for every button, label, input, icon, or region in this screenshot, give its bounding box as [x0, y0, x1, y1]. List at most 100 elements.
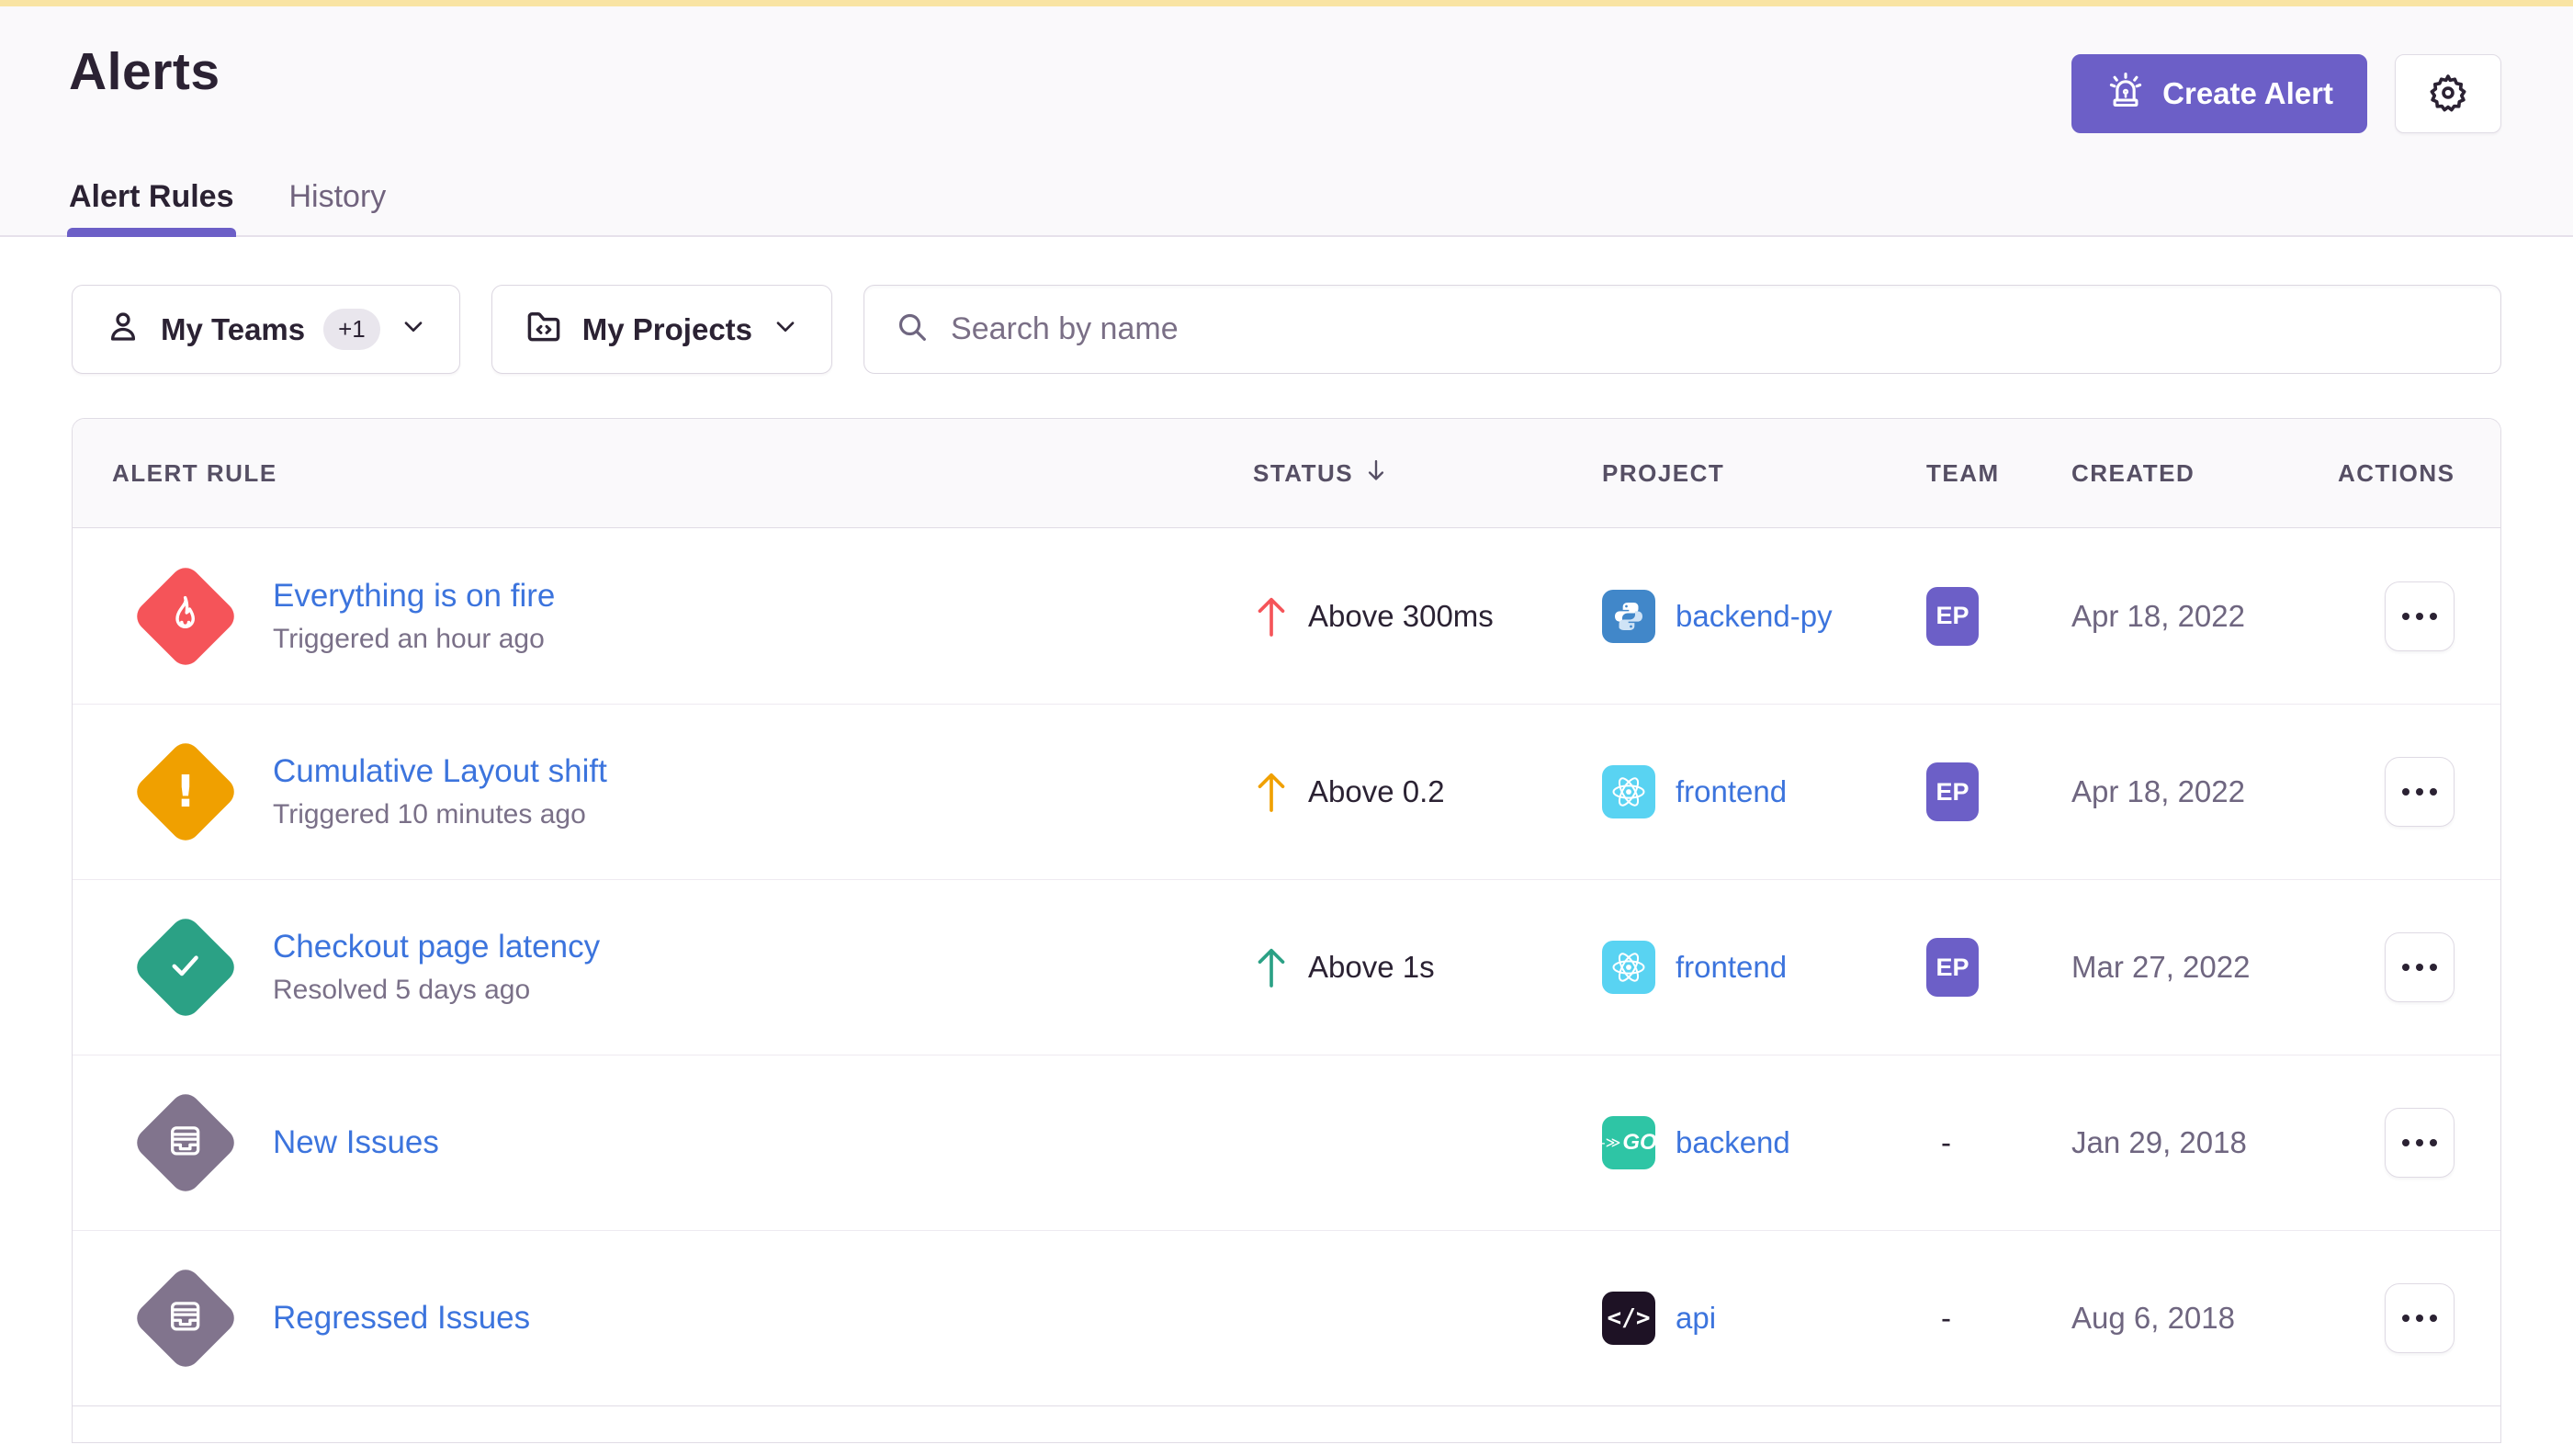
team-empty: -	[1926, 1301, 1951, 1335]
created-date: Jan 29, 2018	[2071, 1125, 2338, 1160]
warning-diamond-icon: !	[131, 738, 241, 847]
row-actions-button[interactable]	[2385, 1283, 2455, 1353]
react-platform-icon	[1602, 941, 1655, 994]
alert-rule-link[interactable]: Cumulative Layout shift	[273, 753, 607, 790]
team-badge: EP	[1926, 762, 1979, 821]
search-input[interactable]	[951, 311, 2471, 347]
ellipsis-icon	[2402, 788, 2437, 796]
status-cell: Above 0.2	[1253, 768, 1602, 816]
sort-arrow-down-icon	[1362, 457, 1390, 491]
project-link[interactable]: frontend	[1676, 774, 1787, 809]
create-alert-label: Create Alert	[2162, 76, 2333, 111]
table-row: Checkout page latency Resolved 5 days ag…	[73, 879, 2500, 1055]
project-cell: backend-py	[1602, 590, 1926, 643]
ellipsis-icon	[2402, 964, 2437, 971]
column-header-team[interactable]: Team	[1926, 459, 2071, 488]
team-cell: -	[1926, 1125, 2071, 1160]
issue-diamond-icon	[131, 1089, 241, 1198]
ellipsis-icon	[2402, 613, 2437, 620]
row-actions-button[interactable]	[2385, 757, 2455, 827]
team-cell: -	[1926, 1301, 2071, 1336]
project-cell: </> api	[1602, 1292, 1926, 1345]
status-text: Above 1s	[1308, 950, 1435, 985]
table-row-partial	[73, 1405, 2500, 1442]
team-cell: EP	[1926, 938, 2071, 997]
created-date: Mar 27, 2022	[2071, 950, 2338, 985]
column-header-alert-rule[interactable]: Alert Rule	[73, 459, 1253, 488]
top-accent-strip	[0, 0, 2573, 6]
tab-bar: Alert Rules History	[69, 179, 2501, 235]
column-header-actions: Actions	[2338, 459, 2500, 488]
team-cell: EP	[1926, 762, 2071, 821]
folder-code-icon	[524, 306, 564, 354]
team-cell: EP	[1926, 587, 2071, 646]
row-actions-button[interactable]	[2385, 581, 2455, 651]
status-cell: Above 1s	[1253, 943, 1602, 991]
search-container	[863, 285, 2501, 374]
table-row: ! Cumulative Layout shift Triggered 10 m…	[73, 704, 2500, 879]
projects-filter-label: My Projects	[582, 312, 752, 347]
chevron-down-icon	[399, 311, 428, 348]
python-platform-icon	[1602, 590, 1655, 643]
team-badge: EP	[1926, 587, 1979, 646]
column-header-created[interactable]: Created	[2071, 459, 2338, 488]
exclamation-icon: !	[175, 770, 196, 814]
issue-diamond-icon	[131, 1264, 241, 1373]
team-empty: -	[1926, 1125, 1951, 1159]
person-icon	[104, 307, 142, 353]
project-cell: frontend	[1602, 765, 1926, 818]
alert-rule-subtitle: Resolved 5 days ago	[273, 975, 600, 1006]
fire-icon	[164, 593, 207, 639]
resolved-diamond-icon	[131, 913, 241, 1022]
alert-rules-table: Alert Rule Status Project Team Created A…	[72, 418, 2501, 1443]
ellipsis-icon	[2402, 1315, 2437, 1322]
table-row: New Issues -≫GO backend - Jan 29, 2018	[73, 1055, 2500, 1230]
project-link[interactable]: backend-py	[1676, 599, 1833, 634]
alert-rule-subtitle: Triggered an hour ago	[273, 624, 555, 655]
teams-filter-dropdown[interactable]: My Teams +1	[72, 285, 460, 374]
issues-icon	[166, 1122, 205, 1165]
issues-icon	[166, 1297, 205, 1340]
column-header-project[interactable]: Project	[1602, 459, 1926, 488]
team-badge: EP	[1926, 938, 1979, 997]
critical-diamond-icon	[131, 561, 241, 671]
alert-rule-subtitle: Triggered 10 minutes ago	[273, 799, 607, 830]
siren-icon	[2105, 70, 2146, 118]
ellipsis-icon	[2402, 1139, 2437, 1146]
table-row: Everything is on fire Triggered an hour …	[73, 528, 2500, 704]
create-alert-button[interactable]: Create Alert	[2071, 54, 2367, 133]
check-icon	[165, 945, 206, 990]
created-date: Aug 6, 2018	[2071, 1301, 2338, 1336]
gear-icon	[2427, 72, 2469, 117]
project-link[interactable]: api	[1676, 1301, 1716, 1336]
alert-rule-link[interactable]: Regressed Issues	[273, 1300, 530, 1337]
column-header-status[interactable]: Status	[1253, 457, 1602, 491]
alert-rule-link[interactable]: Everything is on fire	[273, 578, 555, 615]
created-date: Apr 18, 2022	[2071, 599, 2338, 634]
status-text: Above 0.2	[1308, 774, 1445, 809]
table-header-row: Alert Rule Status Project Team Created A…	[73, 419, 2500, 528]
tab-alert-rules[interactable]: Alert Rules	[69, 179, 234, 235]
filter-bar: My Teams +1 My Projects	[72, 285, 2501, 374]
status-text: Above 300ms	[1308, 599, 1494, 634]
arrow-up-icon	[1253, 593, 1290, 640]
arrow-up-icon	[1253, 943, 1290, 991]
status-cell: Above 300ms	[1253, 593, 1602, 640]
teams-filter-label: My Teams	[161, 312, 305, 347]
alert-settings-button[interactable]	[2395, 54, 2501, 133]
projects-filter-dropdown[interactable]: My Projects	[491, 285, 832, 374]
row-actions-button[interactable]	[2385, 932, 2455, 1002]
react-platform-icon	[1602, 765, 1655, 818]
main-content: My Teams +1 My Projects	[0, 237, 2573, 1443]
alert-rule-link[interactable]: Checkout page latency	[273, 929, 600, 965]
teams-count-badge: +1	[323, 309, 380, 350]
row-actions-button[interactable]	[2385, 1108, 2455, 1178]
arrow-up-icon	[1253, 768, 1290, 816]
chevron-down-icon	[771, 311, 800, 348]
table-row: Regressed Issues </> api - Aug 6, 2018	[73, 1230, 2500, 1405]
alert-rule-link[interactable]: New Issues	[273, 1124, 439, 1161]
project-link[interactable]: frontend	[1676, 950, 1787, 985]
table-body: Everything is on fire Triggered an hour …	[73, 528, 2500, 1405]
tab-history[interactable]: History	[289, 179, 387, 235]
project-link[interactable]: backend	[1676, 1125, 1790, 1160]
